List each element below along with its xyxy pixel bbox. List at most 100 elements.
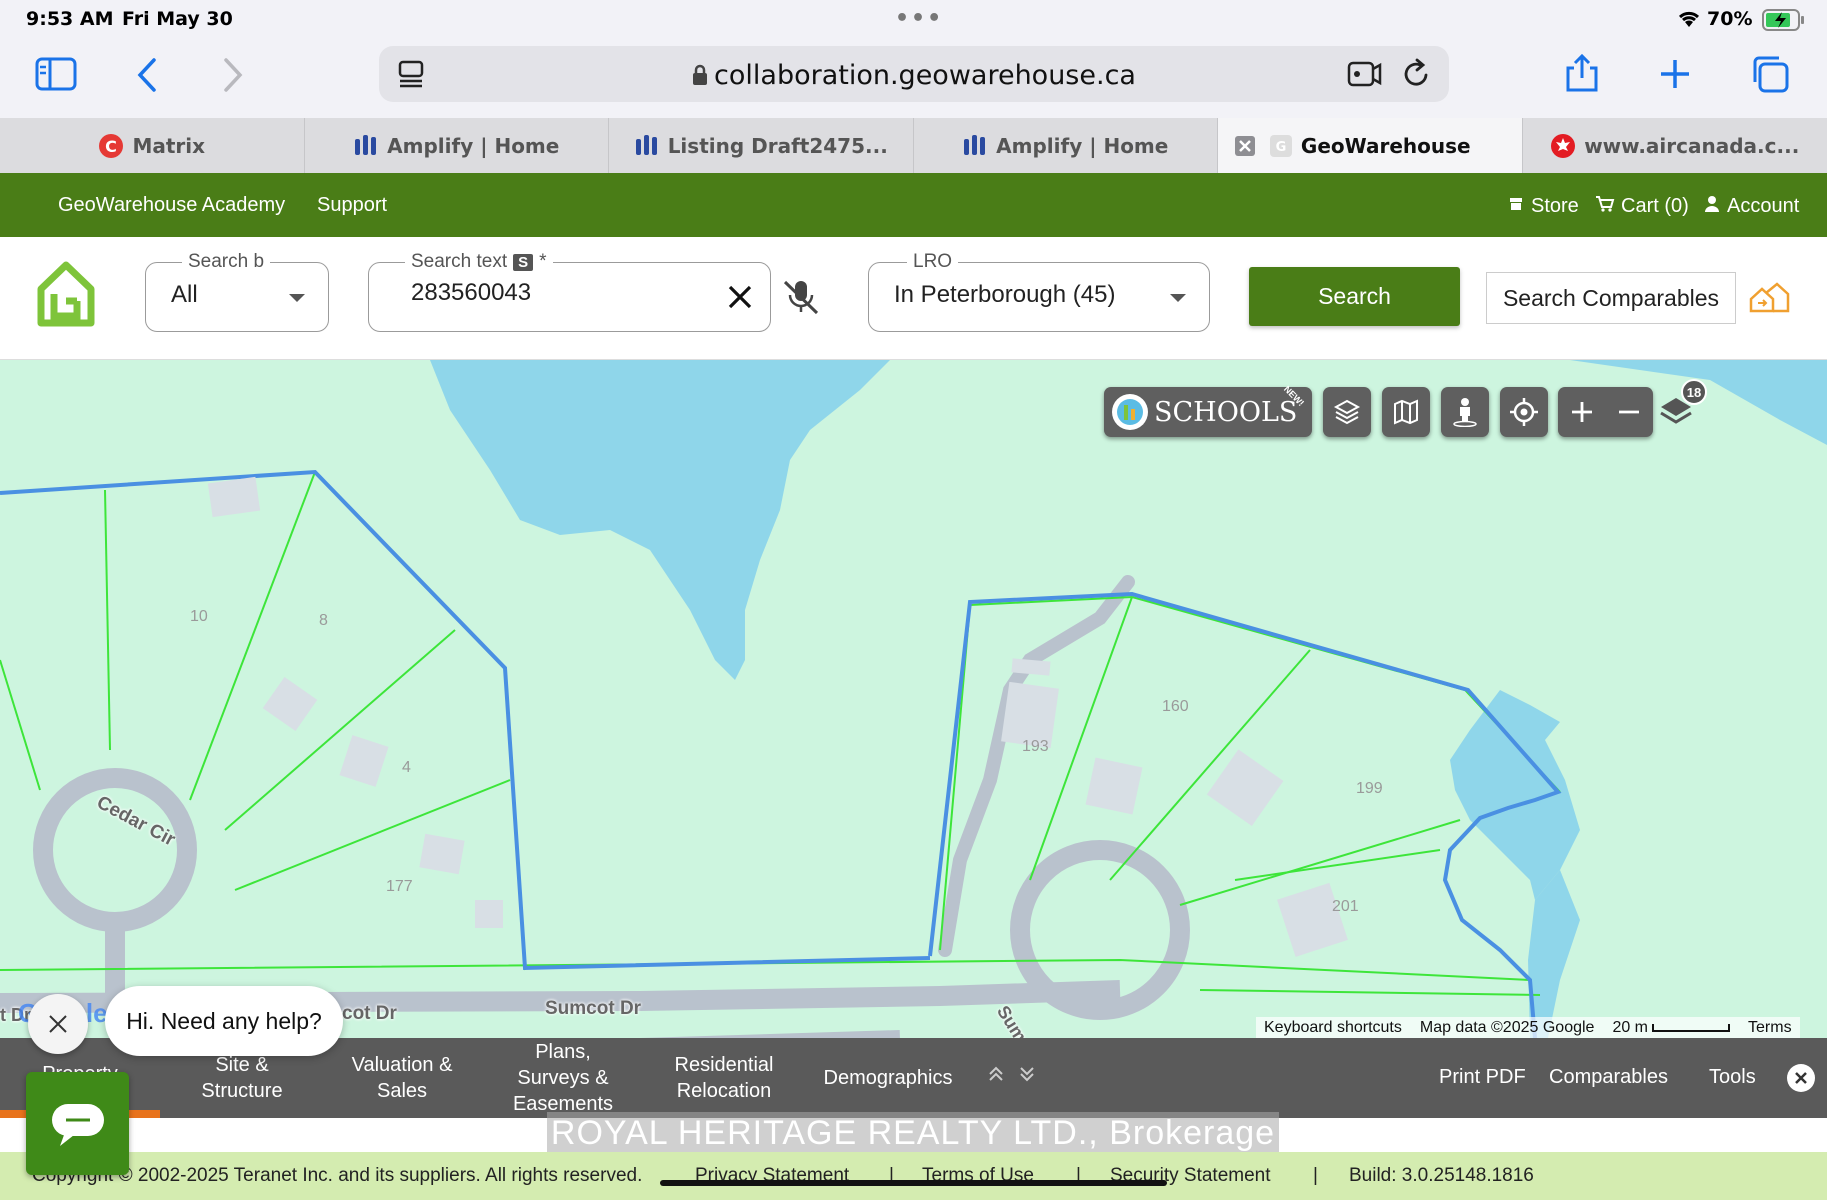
layers-icon — [1333, 398, 1361, 426]
tab-demographics[interactable]: Demographics — [812, 1038, 964, 1118]
search-by-select[interactable]: Search b All — [145, 251, 329, 332]
chat-dismiss-button[interactable] — [28, 994, 88, 1054]
close-tab-icon[interactable] — [1234, 135, 1256, 157]
status-date: Fri May 30 — [122, 8, 233, 30]
cart-link[interactable]: Cart (0) — [1621, 195, 1689, 218]
academy-link[interactable]: GeoWarehouse Academy — [58, 194, 285, 217]
geowarehouse-logo[interactable] — [37, 261, 95, 327]
map-attribution: Keyboard shortcuts Map data ©2025 Google… — [1256, 1017, 1800, 1038]
search-text-input[interactable]: Search text S * 283560043 — [368, 251, 771, 332]
schools-label: SCHOOLS — [1154, 396, 1298, 428]
locate-me-button[interactable] — [1500, 387, 1548, 437]
browser-tab-listing-draft[interactable]: Listing Draft2475... — [609, 118, 914, 173]
browser-tab-geowarehouse[interactable]: G GeoWarehouse — [1218, 118, 1523, 173]
required-marker: * — [539, 251, 547, 272]
schools-logo-icon — [1112, 394, 1148, 430]
svg-text:C: C — [106, 137, 118, 156]
extension-icon[interactable] — [1347, 59, 1383, 89]
zoom-out-icon[interactable] — [1616, 399, 1642, 425]
forward-icon[interactable] — [221, 57, 245, 93]
map-canvas[interactable] — [0, 360, 1827, 1038]
street-label-sumcot-dr-west: cot Dr — [342, 1003, 397, 1024]
schools-button[interactable]: SCHOOLS NEW! — [1104, 384, 1312, 437]
search-button[interactable]: Search — [1249, 267, 1460, 326]
comparables-button[interactable]: Comparables — [1549, 1066, 1668, 1089]
new-tab-icon[interactable] — [1658, 57, 1692, 91]
parcel-label: 8 — [319, 612, 328, 629]
parcel-label: 160 — [1162, 698, 1189, 715]
keyboard-shortcuts-link[interactable]: Keyboard shortcuts — [1264, 1019, 1402, 1037]
status-time: 9:53 AM — [26, 8, 114, 30]
print-pdf-button[interactable]: Print PDF — [1439, 1066, 1526, 1089]
zoom-in-icon[interactable] — [1569, 399, 1595, 425]
browser-toolbar: collaboration.geowarehouse.ca — [0, 40, 1827, 118]
tools-button[interactable]: Tools — [1709, 1066, 1756, 1089]
browser-tab-matrix[interactable]: C Matrix — [0, 118, 305, 173]
battery-charging-icon — [1762, 9, 1806, 31]
sidebar-toggle-icon[interactable] — [35, 57, 77, 91]
tab-residential-relocation[interactable]: Residential Relocation — [654, 1038, 794, 1118]
map-data-text: Map data ©2025 Google — [1419, 1018, 1595, 1036]
search-by-label: Search b — [182, 251, 271, 273]
pegman-icon — [1451, 397, 1479, 427]
comparables-houses-icon[interactable] — [1748, 281, 1790, 315]
lro-select[interactable]: LRO In Peterborough (45) — [868, 251, 1210, 332]
close-panel-icon[interactable] — [1786, 1063, 1816, 1093]
lro-label: LRO — [907, 251, 959, 273]
browser-tab-aircanada[interactable]: www.aircanada.c... — [1523, 118, 1827, 173]
clear-icon[interactable] — [727, 284, 753, 310]
close-icon — [46, 1012, 70, 1036]
street-view-button[interactable] — [1441, 387, 1489, 437]
expand-down-icon[interactable] — [1017, 1064, 1037, 1084]
footer-separator: | — [1313, 1165, 1318, 1186]
home-indicator[interactable] — [660, 1180, 1167, 1186]
microphone-off-icon[interactable] — [781, 278, 821, 316]
collapse-up-icon[interactable] — [986, 1064, 1006, 1084]
parcel-label: 4 — [402, 759, 411, 776]
matrix-favicon-icon: C — [98, 133, 124, 159]
back-icon[interactable] — [135, 57, 159, 93]
tab-label: Amplify | Home — [996, 133, 1169, 158]
parcel-label: 201 — [1332, 898, 1359, 915]
tab-valuation-sales[interactable]: Valuation & Sales — [332, 1038, 472, 1118]
map-type-button[interactable] — [1382, 387, 1430, 437]
tab-label: Plans, Surveys & Easements — [512, 1041, 614, 1115]
brokerage-watermark: ROYAL HERITAGE REALTY LTD., Brokerage — [547, 1112, 1279, 1154]
tab-label: Matrix — [132, 133, 206, 158]
lake-water — [430, 360, 890, 680]
store-icon — [1508, 196, 1524, 212]
terms-link[interactable]: Terms — [1748, 1019, 1792, 1037]
geowarehouse-favicon-icon: G — [1269, 134, 1293, 158]
multitask-dots-icon[interactable]: ••• — [895, 6, 943, 31]
aircanada-favicon-icon — [1550, 133, 1576, 159]
selected-parcel-west — [0, 469, 931, 971]
zoom-controls — [1558, 387, 1653, 437]
search-comparables-button[interactable]: Search Comparables — [1486, 272, 1736, 324]
scale-text: 20 m — [1612, 1018, 1649, 1036]
page-footer: Copyright © 2002-2025 Teranet Inc. and i… — [0, 1152, 1827, 1200]
support-link[interactable]: Support — [317, 194, 387, 217]
account-link[interactable]: Account — [1727, 195, 1799, 218]
parcel-label: 199 — [1356, 780, 1383, 797]
wifi-icon — [1676, 9, 1702, 29]
address-bar[interactable]: collaboration.geowarehouse.ca — [379, 46, 1449, 102]
amplify-favicon-icon — [962, 133, 988, 159]
map-view[interactable]: 10 8 4 177 193 160 199 201 Cedar Cir Sum… — [0, 360, 1827, 1038]
account-icon — [1704, 195, 1720, 213]
tab-overview-icon[interactable] — [1750, 54, 1790, 94]
store-link[interactable]: Store — [1531, 195, 1579, 218]
map-layers-button[interactable] — [1323, 387, 1371, 437]
share-icon[interactable] — [1564, 52, 1600, 94]
chat-greeting[interactable]: Hi. Need any help? — [105, 986, 343, 1056]
tab-plans-surveys[interactable]: Plans, Surveys & Easements — [492, 1038, 634, 1118]
battery-percent: 70% — [1707, 8, 1753, 30]
svg-text:G: G — [1276, 140, 1287, 155]
browser-tab-amplify-home[interactable]: Amplify | Home — [305, 118, 609, 173]
reload-icon[interactable] — [1402, 57, 1432, 89]
tab-label: www.aircanada.c... — [1584, 133, 1800, 158]
shortcut-badge: S — [513, 253, 534, 271]
browser-tab-amplify-home-2[interactable]: Amplify | Home — [914, 118, 1218, 173]
chat-launcher-button[interactable] — [26, 1072, 129, 1175]
tab-label: GeoWarehouse — [1300, 133, 1471, 158]
tab-label: Residential Relocation — [674, 1054, 774, 1102]
